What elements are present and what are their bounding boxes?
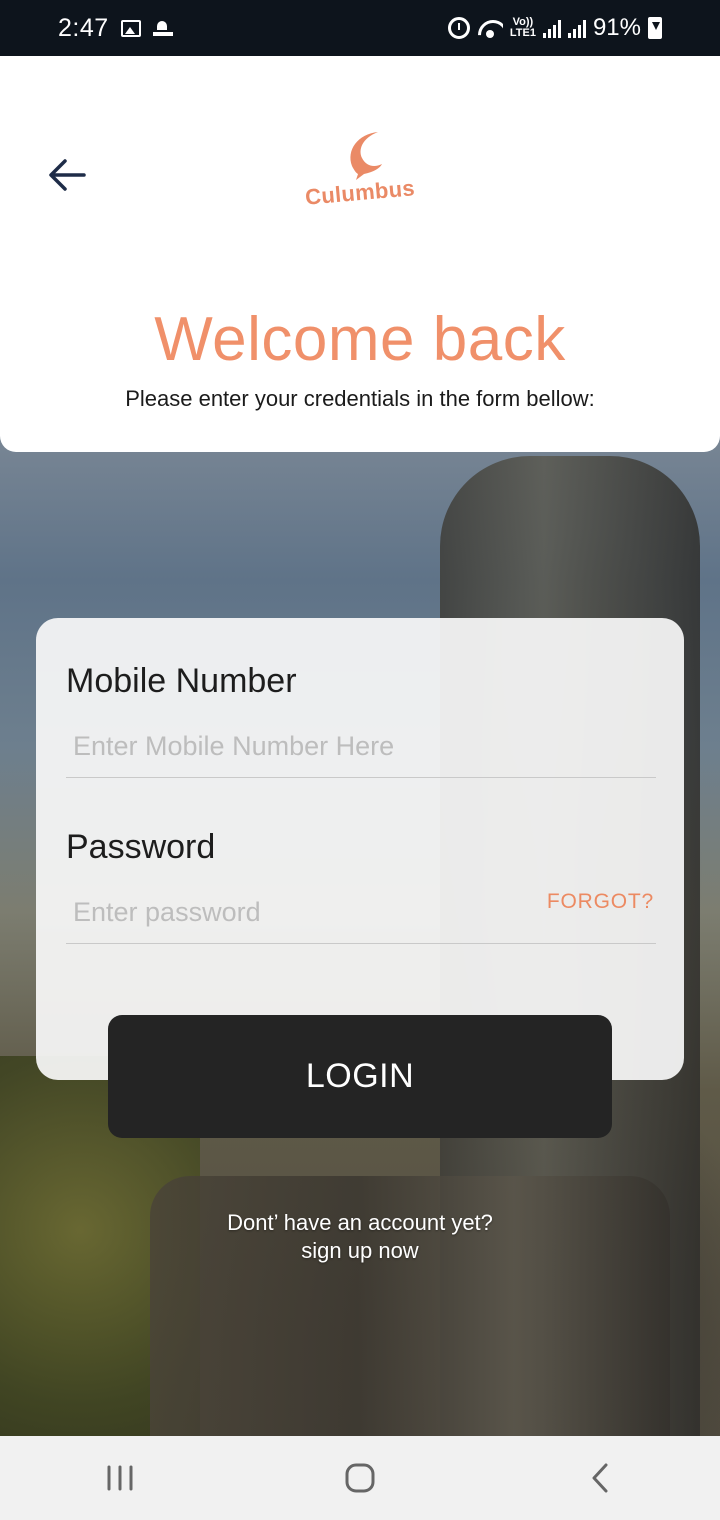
login-form-card: Mobile Number Password FORGOT? [36,618,684,1080]
page-title: Welcome back [154,305,566,374]
signal-icon [567,18,586,38]
volte-icon: Vo)) LTE1 [509,16,536,39]
mobile-number-input[interactable] [66,716,656,778]
mobile-label: Mobile Number [66,662,297,700]
home-icon [345,1463,375,1493]
gallery-icon [120,19,141,37]
signup-link[interactable]: sign up now [0,1237,720,1265]
back-button[interactable] [40,150,94,200]
alarm-icon [447,17,470,39]
system-nav-bar [0,1436,720,1520]
password-label: Password [66,828,216,866]
logo: Culumbus [296,128,424,214]
back-icon [592,1463,608,1493]
battery-charging-icon [648,17,662,39]
signal-icon [542,18,561,38]
signup-prompt: Dont’ have an account yet? sign up now [0,1209,720,1265]
arrow-left-icon [49,159,86,191]
home-button[interactable] [330,1448,390,1508]
satellite-icon [152,20,173,36]
page-subtitle: Please enter your credentials in the for… [125,386,595,411]
nav-back-button[interactable] [570,1448,630,1508]
wifi-icon [477,18,503,38]
status-time: 2:47 [58,13,109,42]
forgot-password-link[interactable]: FORGOT? [547,890,654,914]
status-right-icons: Vo)) LTE1 91% [447,14,662,42]
recent-apps-icon [107,1465,133,1491]
login-button[interactable]: LOGIN [108,1015,612,1138]
signup-question: Dont’ have an account yet? [227,1210,493,1235]
status-bar: 2:47 Vo)) LTE1 91% [0,0,720,56]
status-left-icons [120,19,173,37]
battery-text: 91% [592,14,641,41]
recent-apps-button[interactable] [90,1448,150,1508]
header-card: Culumbus Welcome back Please enter your … [0,56,720,452]
